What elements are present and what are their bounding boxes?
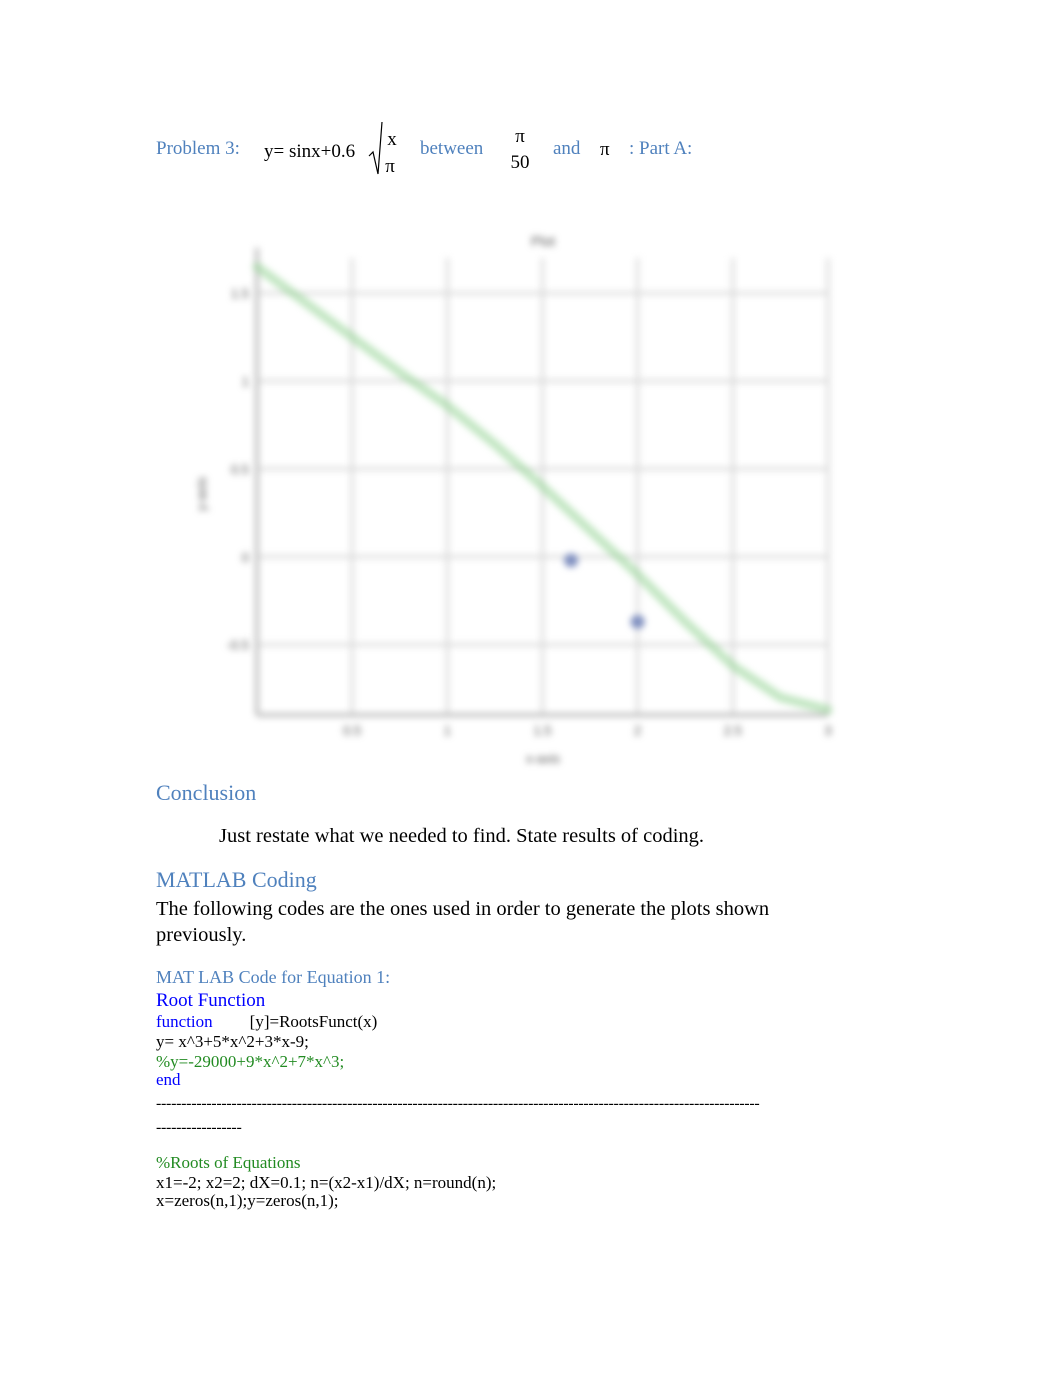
matlab-intro-line1: The following codes are the ones used in… [156,898,770,920]
roots-comment: %Roots of Equations [156,1153,301,1172]
data-point [564,553,579,568]
x-tick-label: 1.5 [533,723,551,738]
matlab-heading: MATLAB Coding [156,867,317,892]
chart-svg: 0.5 1 1.5 2 2.5 3 1.5 1 0.5 0 -0.5 Plot x-axis y-a… [194,233,833,766]
x-tick-label: 2 [634,723,641,738]
part-label: : Part A: [629,138,693,159]
y-tick-label: 0.5 [231,462,249,477]
code-keyword: function [156,1012,213,1031]
matlab-intro-line2: previously. [156,924,247,946]
lower-bound-denominator: 50 [510,152,530,173]
sqrt-denominator: π [385,156,395,177]
y-tick-label: 1.5 [231,286,249,301]
chart: 0.5 1 1.5 2 2.5 3 1.5 1 0.5 0 -0.5 Plot x-axis y-a… [180,218,870,778]
y-tick-label: 1 [242,374,249,389]
upper-bound: π [600,139,610,160]
x-tick-label: 1 [444,723,451,738]
code-line-function: function [y]=RootsFunct(x) [156,1012,377,1031]
chart-xlabel: x-axis [526,751,560,766]
code-line-comment: %y=-29000+9*x^2+7*x^3; [156,1052,345,1071]
chart-axes: 0.5 1 1.5 2 2.5 3 1.5 1 0.5 0 -0.5 [227,248,832,738]
problem-label: Problem 3: [156,138,240,159]
separator-line-2: ----------------- [156,1119,242,1136]
x-tick-label: 0.5 [343,723,361,738]
roots-code-line2: x=zeros(n,1);y=zeros(n,1); [156,1191,339,1210]
root-function-title: Root Function [156,990,266,1011]
data-point [630,614,645,629]
code-line-equation: y= x^3+5*x^2+3*x-9; [156,1032,309,1051]
y-tick-label: -0.5 [227,638,249,653]
code-text: [y]=RootsFunct(x) [249,1012,378,1031]
chart-ylabel: y-axis [194,477,209,511]
between-label: between [420,138,484,159]
x-tick-label: 2.5 [724,723,742,738]
sqrt-numerator: x [387,129,397,150]
x-tick-label: 3 [824,723,831,738]
code-subheading: MAT LAB Code for Equation 1: [156,967,391,987]
code-line-end: end [156,1070,181,1089]
conclusion-text: Just restate what we needed to find. Sta… [219,825,705,847]
separator-line-1: ----------------------------------------… [156,1095,760,1112]
chart-title: Plot [531,233,555,249]
lower-bound-numerator: π [515,126,525,147]
and-label: and [553,138,581,159]
roots-code-line1: x1=-2; x2=2; dX=0.1; n=(x2-x1)/dX; n=rou… [156,1173,497,1192]
equation-prefix: y= sinx+0.6 [264,141,356,162]
y-tick-label: 0 [242,550,249,565]
conclusion-heading: Conclusion [156,780,257,805]
